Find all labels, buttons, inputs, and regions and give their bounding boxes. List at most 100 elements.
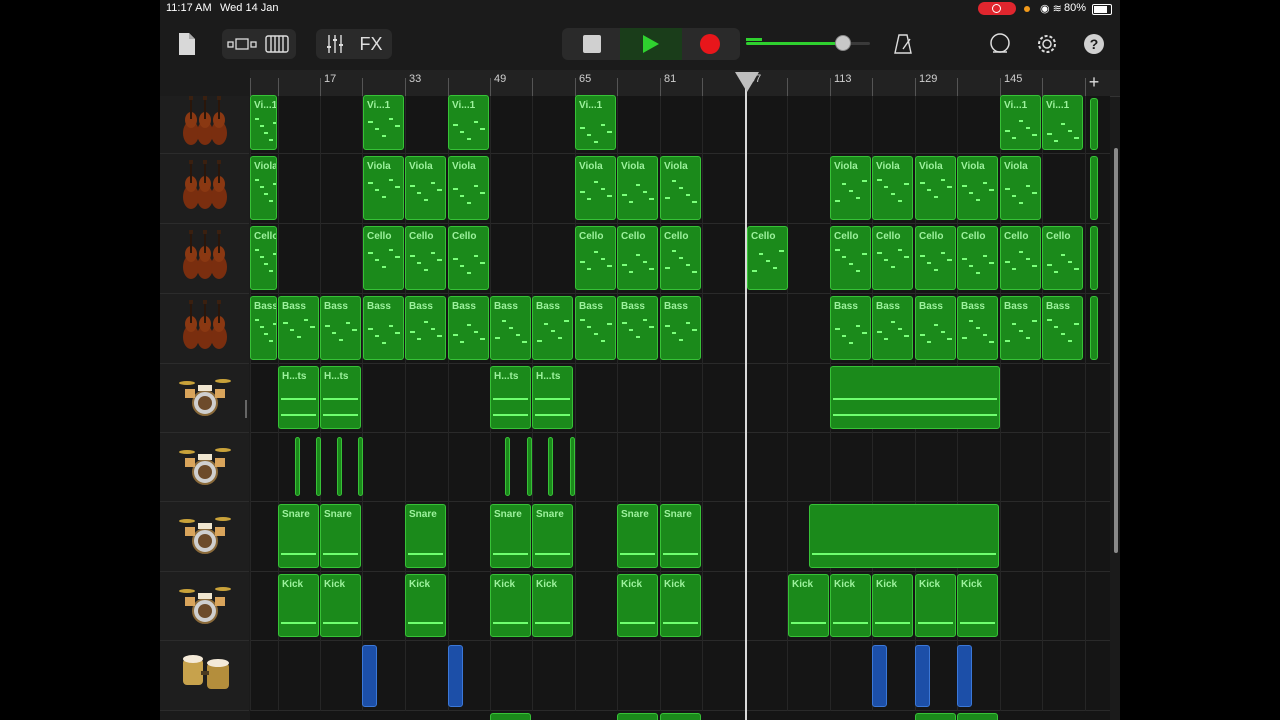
region[interactable]: Bass bbox=[957, 296, 998, 360]
region[interactable]: Bass bbox=[872, 296, 913, 360]
track-lane[interactable]: Cello Cello Cello Cello Cello Cello Cello Cello… bbox=[250, 224, 1110, 294]
bongo-region[interactable] bbox=[362, 645, 377, 707]
track-lane[interactable] bbox=[250, 433, 1110, 502]
track-lane[interactable] bbox=[250, 711, 1110, 720]
region[interactable]: Kick bbox=[405, 574, 446, 637]
track-header-drums[interactable] bbox=[160, 572, 249, 641]
piano-keyboard-icon[interactable] bbox=[260, 30, 294, 58]
region[interactable]: Vi...1 bbox=[250, 95, 277, 150]
track-lane[interactable]: Bass Bass Bass Bass Bass Bass Bass Bass Bass Bass… bbox=[250, 294, 1110, 364]
track-header-bongos[interactable] bbox=[160, 641, 249, 711]
region[interactable]: Vi...1 bbox=[363, 95, 404, 150]
region[interactable]: Viola bbox=[830, 156, 871, 220]
region[interactable] bbox=[358, 437, 363, 496]
fx-button[interactable]: FX bbox=[352, 30, 390, 58]
track-header-strings[interactable] bbox=[160, 224, 249, 294]
loop-icon[interactable] bbox=[986, 30, 1014, 58]
region[interactable]: Viola bbox=[575, 156, 616, 220]
region[interactable]: Cello bbox=[1042, 226, 1083, 290]
timeline-ruler[interactable]: 17 33 49 65 81 97 113 129 145 bbox=[250, 70, 1120, 97]
region[interactable]: Cello bbox=[448, 226, 489, 290]
region[interactable]: Cello bbox=[617, 226, 658, 290]
region[interactable] bbox=[617, 713, 658, 720]
region[interactable]: Viola bbox=[872, 156, 913, 220]
region[interactable]: Kick bbox=[532, 574, 573, 637]
region[interactable]: Bass bbox=[490, 296, 531, 360]
region[interactable]: Kick bbox=[617, 574, 658, 637]
bongo-region[interactable] bbox=[957, 645, 972, 707]
track-header-drums[interactable] bbox=[160, 502, 249, 572]
region[interactable]: Kick bbox=[278, 574, 319, 637]
help-icon[interactable]: ? bbox=[1080, 30, 1108, 58]
region[interactable]: Snare bbox=[278, 504, 319, 568]
region[interactable]: Kick bbox=[957, 574, 998, 637]
bongo-region[interactable] bbox=[915, 645, 930, 707]
region[interactable]: Kick bbox=[872, 574, 913, 637]
region[interactable] bbox=[1090, 226, 1098, 290]
stop-icon[interactable] bbox=[564, 28, 620, 60]
region[interactable]: Kick bbox=[490, 574, 531, 637]
tracks-view-icon[interactable] bbox=[224, 30, 260, 58]
track-lane[interactable] bbox=[250, 641, 1110, 711]
region[interactable]: Cello bbox=[405, 226, 446, 290]
region[interactable]: Vi...1 bbox=[1000, 95, 1041, 150]
metronome-icon[interactable] bbox=[890, 30, 916, 58]
region[interactable]: Viola bbox=[1000, 156, 1041, 220]
region[interactable]: Bass bbox=[250, 296, 277, 360]
record-icon[interactable] bbox=[682, 28, 738, 60]
track-lane[interactable]: Viola Viola Viola Viola Viola Viola Viola Viola… bbox=[250, 154, 1110, 224]
track-lane[interactable]: H...ts H...ts H...ts H...ts bbox=[250, 364, 1110, 433]
region[interactable]: Snare bbox=[320, 504, 361, 568]
playhead[interactable] bbox=[745, 78, 747, 720]
region[interactable] bbox=[316, 437, 321, 496]
region[interactable] bbox=[660, 713, 701, 720]
region[interactable]: Vi...1 bbox=[1042, 95, 1083, 150]
region[interactable]: Cello bbox=[915, 226, 956, 290]
region[interactable]: Cello bbox=[363, 226, 404, 290]
region[interactable]: H...ts bbox=[278, 366, 319, 429]
bongo-region[interactable] bbox=[872, 645, 887, 707]
settings-icon[interactable] bbox=[1033, 30, 1061, 58]
region[interactable]: Bass bbox=[830, 296, 871, 360]
region[interactable] bbox=[505, 437, 510, 496]
document-icon[interactable] bbox=[174, 30, 200, 58]
add-section-button[interactable]: + bbox=[1084, 72, 1104, 94]
region[interactable]: Snare bbox=[532, 504, 573, 568]
region[interactable]: Viola bbox=[660, 156, 701, 220]
region[interactable] bbox=[490, 713, 531, 720]
region[interactable] bbox=[527, 437, 532, 496]
mixer-icon[interactable] bbox=[318, 30, 352, 58]
region[interactable]: Cello bbox=[1000, 226, 1041, 290]
region[interactable] bbox=[830, 366, 1000, 429]
region[interactable]: Viola bbox=[363, 156, 404, 220]
region[interactable]: Viola bbox=[405, 156, 446, 220]
master-volume-slider[interactable] bbox=[744, 35, 872, 51]
region[interactable]: Bass bbox=[448, 296, 489, 360]
region[interactable]: Cello bbox=[830, 226, 871, 290]
region[interactable]: H...ts bbox=[320, 366, 361, 429]
region[interactable]: Snare bbox=[617, 504, 658, 568]
region[interactable]: Cello bbox=[660, 226, 701, 290]
region[interactable]: Bass bbox=[575, 296, 616, 360]
region[interactable]: H...ts bbox=[532, 366, 573, 429]
region[interactable] bbox=[1090, 98, 1098, 150]
bongo-region[interactable] bbox=[448, 645, 463, 707]
region[interactable]: Bass bbox=[1000, 296, 1041, 360]
track-header-drums[interactable] bbox=[160, 364, 249, 433]
track-header-strings[interactable] bbox=[160, 294, 249, 364]
region[interactable]: Kick bbox=[660, 574, 701, 637]
region[interactable]: Bass bbox=[915, 296, 956, 360]
region[interactable] bbox=[957, 713, 998, 720]
region[interactable]: Kick bbox=[830, 574, 871, 637]
region[interactable] bbox=[570, 437, 575, 496]
region[interactable]: Bass bbox=[532, 296, 573, 360]
region[interactable]: Snare bbox=[490, 504, 531, 568]
track-header-strings[interactable] bbox=[160, 154, 249, 224]
track-header-drums[interactable] bbox=[160, 433, 249, 502]
vertical-scrollbar[interactable] bbox=[1114, 148, 1118, 553]
region[interactable] bbox=[915, 713, 956, 720]
track-lane[interactable]: Snare Snare Snare Snare Snare Snare Snare bbox=[250, 502, 1110, 572]
playhead-handle[interactable] bbox=[735, 72, 759, 92]
play-icon[interactable] bbox=[620, 28, 682, 60]
region[interactable]: Cello bbox=[872, 226, 913, 290]
